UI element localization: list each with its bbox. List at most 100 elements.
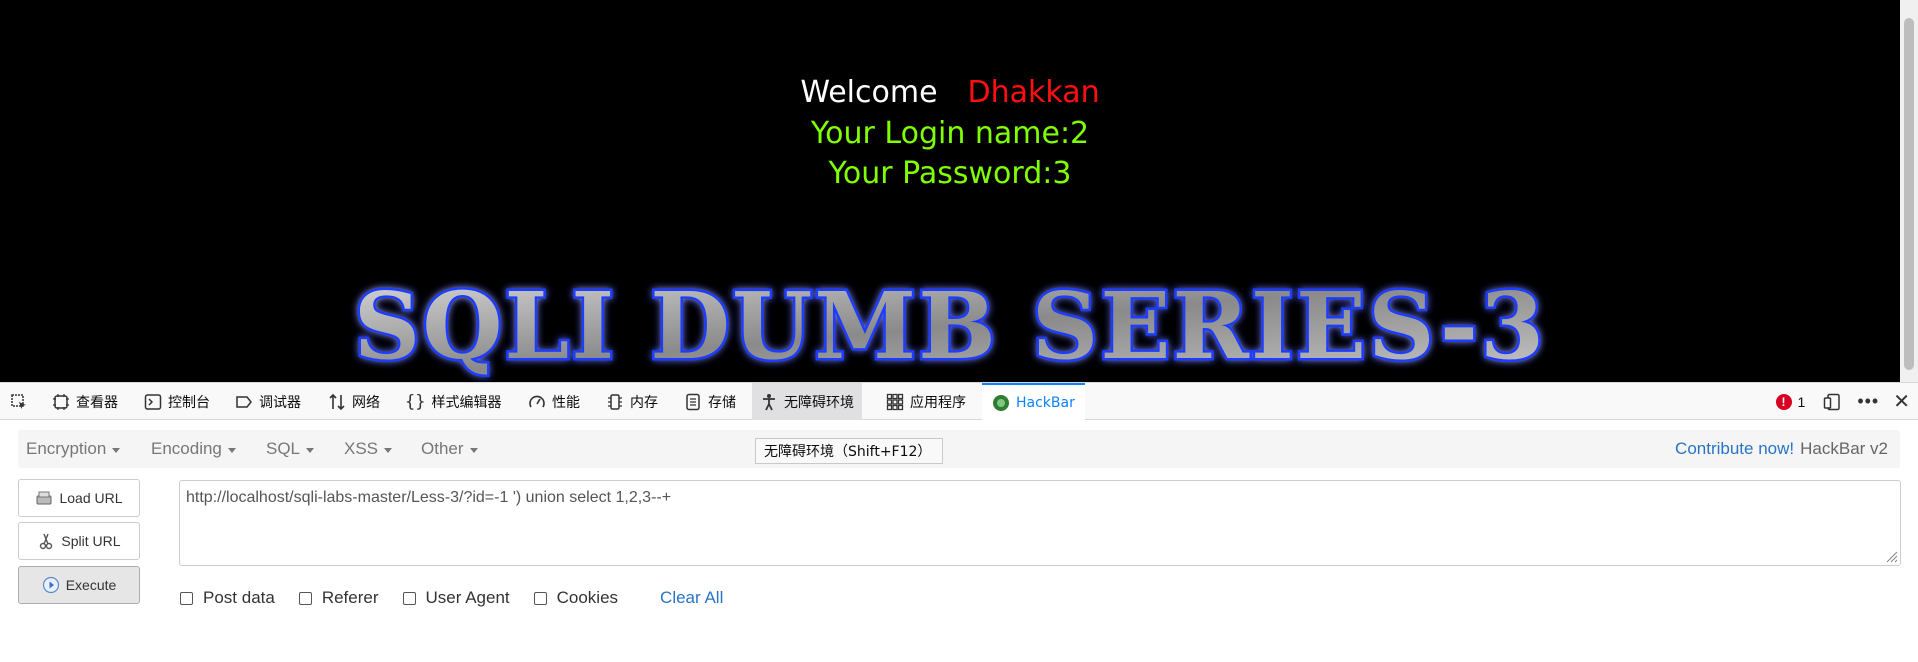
menu-label: Encoding xyxy=(151,439,222,458)
caret-down-icon xyxy=(112,447,121,453)
load-icon xyxy=(36,491,52,505)
split-url-button[interactable]: Split URL xyxy=(18,522,140,560)
tab-label: 样式编辑器 xyxy=(431,394,502,411)
devtools-toolbar: 查看器 控制台 调试器 网络 {} 样式编辑器 性能 内存 存储 无障碍环境 应… xyxy=(0,382,1918,420)
gauge-icon xyxy=(529,395,545,407)
welcome-line: Welcome Dhakkan xyxy=(0,72,1900,114)
load-url-button[interactable]: Load URL xyxy=(18,479,140,517)
hackbar-menu: Encryption Encoding SQL XSS Other Contri… xyxy=(18,430,1900,468)
tab-application[interactable]: 应用程序 xyxy=(886,383,966,420)
option-referer[interactable]: Referer xyxy=(298,588,379,608)
execute-button[interactable]: Execute xyxy=(18,566,140,604)
network-icon xyxy=(329,393,345,410)
page-scrollbar[interactable] xyxy=(1900,0,1918,382)
grid-icon xyxy=(886,393,904,410)
error-count[interactable]: ! 1 xyxy=(1775,393,1806,410)
tab-memory[interactable]: 内存 xyxy=(606,383,658,420)
sqli-banner-text: SQLI DUMB SERIES-3 xyxy=(354,276,1546,380)
tab-storage[interactable]: 存储 xyxy=(684,383,736,420)
menu-encoding[interactable]: Encoding xyxy=(151,430,236,468)
caret-down-icon xyxy=(469,447,478,453)
hackbar-icon xyxy=(993,394,1009,411)
url-textarea[interactable]: http://localhost/sqli-labs-master/Less-3… xyxy=(179,480,1901,566)
more-options-icon[interactable]: ••• xyxy=(1857,391,1879,412)
option-label: Referer xyxy=(321,588,379,607)
responsive-mode-icon[interactable] xyxy=(1823,393,1841,411)
sqli-banner: SQLI DUMB SERIES-3 xyxy=(351,276,1546,382)
tab-label: 网络 xyxy=(352,394,380,411)
option-cookies[interactable]: Cookies xyxy=(533,588,619,608)
tab-label: 控制台 xyxy=(168,394,210,411)
checkbox[interactable] xyxy=(180,591,193,605)
tab-label: 调试器 xyxy=(259,394,301,411)
option-label: User Agent xyxy=(425,588,510,607)
login-name-line: Your Login name:2 xyxy=(810,116,1090,151)
close-icon[interactable]: ✕ xyxy=(1893,389,1910,414)
welcome-label: Welcome xyxy=(800,75,938,110)
console-icon xyxy=(144,393,162,410)
contribute-area: Contribute now! HackBar v2 xyxy=(1675,430,1888,468)
tab-performance[interactable]: 性能 xyxy=(528,383,580,420)
menu-xss[interactable]: XSS xyxy=(344,430,393,468)
inspector-icon xyxy=(53,393,69,410)
caret-down-icon xyxy=(306,447,315,453)
checkbox[interactable] xyxy=(298,591,312,605)
caret-down-icon xyxy=(384,447,393,453)
contribute-link[interactable]: Contribute now! xyxy=(1675,439,1794,459)
hackbar-version: HackBar v2 xyxy=(1800,439,1888,458)
checkbox[interactable] xyxy=(402,591,416,605)
menu-label: Other xyxy=(421,439,464,458)
tab-debugger[interactable]: 调试器 xyxy=(235,383,301,420)
option-post-data[interactable]: Post data xyxy=(180,588,275,608)
error-icon: ! xyxy=(1775,393,1792,410)
tab-label: 存储 xyxy=(708,394,736,411)
welcome-block: Welcome Dhakkan Your Login name:2 Your Pa… xyxy=(0,72,1900,194)
tab-network[interactable]: 网络 xyxy=(328,383,380,420)
request-options: Post data Referer User Agent Cookies Cle… xyxy=(180,586,723,610)
page-viewport: Welcome Dhakkan Your Login name:2 Your Pa… xyxy=(0,0,1900,382)
username: Dhakkan xyxy=(967,75,1100,110)
menu-label: Encryption xyxy=(26,439,107,458)
button-label: Execute xyxy=(65,577,117,593)
button-label: Split URL xyxy=(61,533,121,549)
password-line: Your Password:3 xyxy=(828,156,1072,191)
braces-icon: {} xyxy=(405,391,426,412)
menu-label: XSS xyxy=(344,439,379,458)
tab-hackbar[interactable]: HackBar xyxy=(982,383,1085,420)
tab-label: 性能 xyxy=(552,394,580,411)
memory-icon xyxy=(608,393,622,410)
url-text: http://localhost/sqli-labs-master/Less-3… xyxy=(186,489,672,506)
tab-label: HackBar xyxy=(1016,394,1075,411)
menu-other[interactable]: Other xyxy=(421,430,478,468)
accessibility-tooltip: 无障碍环境（Shift+F12） xyxy=(755,438,943,464)
resize-grip-icon[interactable] xyxy=(1884,549,1898,563)
option-label: Post data xyxy=(203,588,275,607)
button-label: Load URL xyxy=(59,490,123,506)
tab-label: 无障碍环境 xyxy=(784,394,854,411)
menu-encryption[interactable]: Encryption xyxy=(26,430,121,468)
scrollbar-thumb[interactable] xyxy=(1904,18,1914,370)
menu-sql[interactable]: SQL xyxy=(266,430,315,468)
toolbar-right: ! 1 ••• ✕ xyxy=(1775,383,1918,420)
storage-icon xyxy=(686,393,700,410)
picker-icon xyxy=(11,393,26,409)
debugger-icon xyxy=(236,395,252,408)
tab-label: 应用程序 xyxy=(910,394,966,411)
tab-console[interactable]: 控制台 xyxy=(144,383,210,420)
clear-all-link[interactable]: Clear All xyxy=(660,588,723,608)
element-picker-button[interactable] xyxy=(10,383,34,420)
option-user-agent[interactable]: User Agent xyxy=(402,588,510,608)
option-label: Cookies xyxy=(556,588,619,607)
scissors-icon xyxy=(40,533,53,550)
accessibility-icon xyxy=(763,393,775,410)
play-icon xyxy=(42,576,59,594)
tab-label: 查看器 xyxy=(76,394,118,411)
error-count-value: 1 xyxy=(1797,393,1806,410)
tab-style-editor[interactable]: {} 样式编辑器 xyxy=(405,383,501,420)
tab-accessibility[interactable]: 无障碍环境 xyxy=(752,383,862,420)
caret-down-icon xyxy=(227,447,236,453)
tab-inspector[interactable]: 查看器 xyxy=(52,383,118,420)
tab-label: 内存 xyxy=(630,394,658,411)
checkbox[interactable] xyxy=(533,591,547,605)
menu-label: SQL xyxy=(266,439,301,458)
